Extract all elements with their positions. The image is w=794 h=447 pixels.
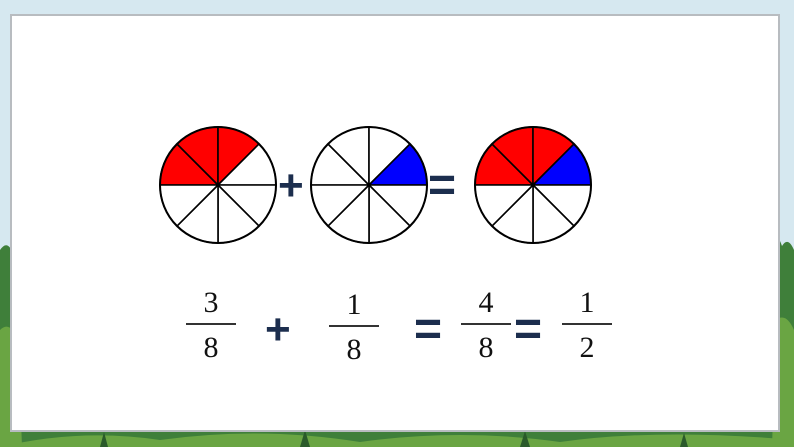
fraction-bar (562, 323, 612, 325)
fraction-bar (329, 325, 379, 327)
fraction-one-half: 1 2 (557, 288, 617, 363)
fraction-pie-one-eighth (310, 126, 428, 244)
fraction-pie-four-eighths (474, 126, 592, 244)
fraction-denominator: 8 (203, 330, 219, 364)
equation-plus-sign: + (265, 305, 291, 354)
equation-equals-sign-1: = (414, 303, 443, 356)
equation-equals-sign-2: = (514, 303, 543, 356)
fraction-bar (461, 323, 511, 325)
pie-plus-sign: + (278, 161, 304, 210)
fraction-three-eighths: 3 8 (181, 288, 241, 363)
fraction-numerator: 1 (346, 288, 362, 321)
pie-equals-sign: = (428, 159, 457, 212)
fraction-numerator: 1 (579, 286, 595, 319)
fraction-one-eighth: 1 8 (324, 290, 384, 365)
fraction-four-eighths: 4 8 (456, 288, 516, 363)
fraction-denominator: 2 (579, 330, 595, 364)
fraction-denominator: 8 (478, 330, 494, 364)
fraction-pie-three-eighths (159, 126, 277, 244)
fraction-denominator: 8 (346, 332, 362, 366)
fraction-numerator: 4 (478, 286, 494, 319)
fraction-bar (186, 323, 236, 325)
fraction-numerator: 3 (203, 286, 219, 319)
